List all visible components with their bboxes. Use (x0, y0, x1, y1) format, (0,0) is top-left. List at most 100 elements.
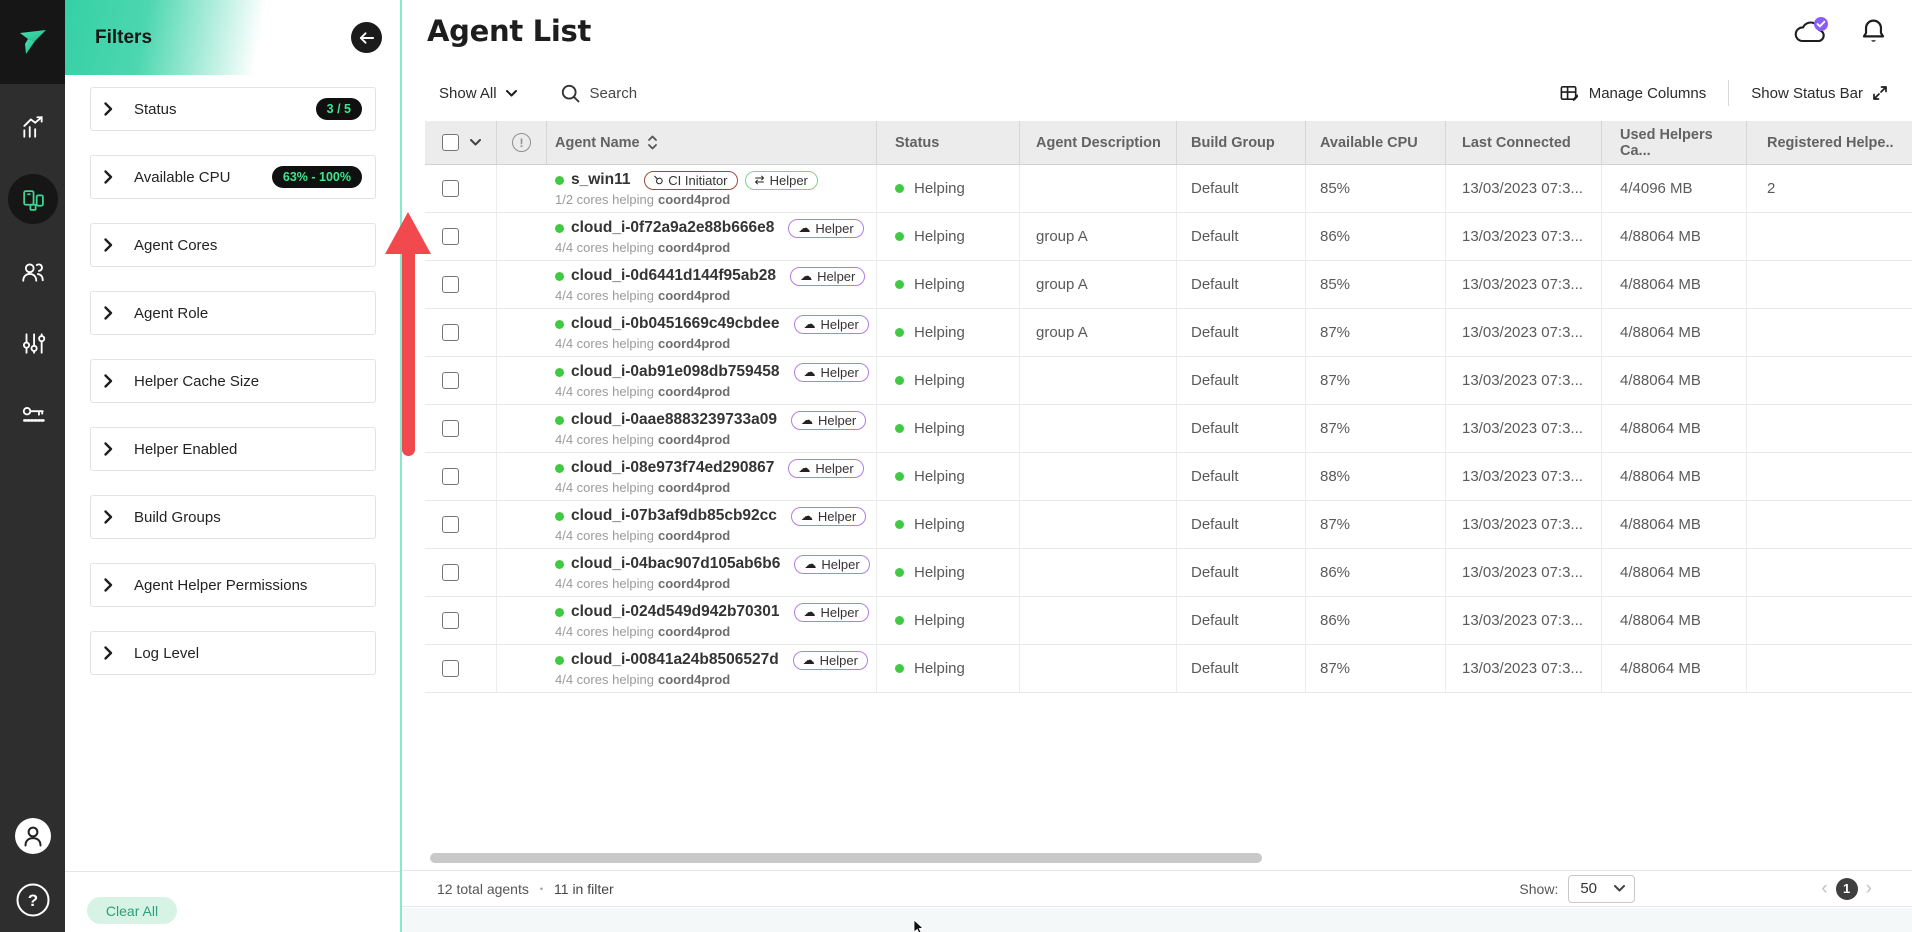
used-helpers-cell: 4/4096 MB (1602, 165, 1747, 212)
row-checkbox[interactable] (442, 180, 459, 197)
filter-item-label: Available CPU (134, 169, 230, 186)
agent-subtext: 4/4 cores helpingcoord4prod (555, 528, 730, 543)
row-select-cell (425, 405, 497, 452)
row-checkbox[interactable] (442, 276, 459, 293)
agent-name[interactable]: cloud_i-0ab91e098db759458 (571, 363, 780, 381)
chevron-right-icon (104, 238, 113, 252)
agent-name[interactable]: cloud_i-0d6441d144f95ab28 (571, 267, 776, 285)
select-menu-chevron-icon[interactable] (470, 139, 481, 146)
agent-name-line: cloud_i-04bac907d105ab6b6 ☁Helper (555, 555, 870, 574)
horizontal-scrollbar[interactable] (430, 853, 1262, 863)
status-column-header: Status (877, 121, 1020, 164)
row-checkbox[interactable] (442, 324, 459, 341)
app-logo[interactable] (0, 0, 65, 84)
current-page[interactable]: 1 (1836, 878, 1858, 900)
description-cell (1020, 357, 1177, 404)
show-status-bar-button[interactable]: Show Status Bar (1751, 85, 1888, 102)
search-input[interactable] (590, 85, 760, 102)
status-cell: Helping (877, 357, 1020, 404)
filter-item[interactable]: Log Level (90, 631, 376, 675)
agent-name[interactable]: cloud_i-0aae8883239733a09 (571, 411, 777, 429)
agent-name[interactable]: cloud_i-04bac907d105ab6b6 (571, 555, 780, 573)
table-row: cloud_i-0ab91e098db759458 ☁Helper 4/4 co… (425, 357, 1912, 405)
filter-item[interactable]: Agent Role (90, 291, 376, 335)
available-cpu-cell: 88% (1306, 453, 1446, 500)
agent-name[interactable]: cloud_i-024d549d942b70301 (571, 603, 780, 621)
ci-badge: ⚲CI Initiator (644, 171, 737, 190)
user-avatar[interactable] (15, 818, 51, 859)
cloud-badge: ☁Helper (794, 603, 869, 622)
sidebar-item-keys[interactable] (8, 390, 58, 440)
build-group-cell: Default (1177, 597, 1306, 644)
notifications-button[interactable] (1861, 17, 1886, 46)
agent-name[interactable]: cloud_i-0b0451669c49cbdee (571, 315, 780, 333)
status-label: Helping (914, 324, 965, 341)
description-column-header: Agent Description (1020, 121, 1177, 164)
select-all-checkbox[interactable] (442, 134, 459, 151)
agent-name[interactable]: cloud_i-0f72a9a2e88b666e8 (571, 219, 774, 237)
agent-online-dot (555, 560, 564, 569)
filter-item[interactable]: Build Groups (90, 495, 376, 539)
last-connected-cell: 13/03/2023 07:3... (1446, 453, 1602, 500)
last-connected-cell: 13/03/2023 07:3... (1446, 405, 1602, 452)
collapse-filters-button[interactable] (351, 22, 382, 53)
toolbar-right: Manage Columns Show Status Bar (1559, 80, 1888, 106)
row-checkbox[interactable] (442, 372, 459, 389)
last-connected-cell: 13/03/2023 07:3... (1446, 597, 1602, 644)
agent-subtext: 4/4 cores helpingcoord4prod (555, 288, 730, 303)
row-checkbox[interactable] (442, 612, 459, 629)
sidebar-item-analytics[interactable] (8, 102, 58, 152)
help-button[interactable]: ? (16, 883, 50, 922)
sidebar-item-agents[interactable] (8, 174, 58, 224)
coordinator-name: coord4prod (658, 240, 730, 255)
coordinator-name: coord4prod (658, 288, 730, 303)
page-size-select[interactable]: 50 (1568, 875, 1635, 903)
agent-counts: 12 total agents • 11 in filter (437, 881, 614, 897)
sidebar-item-settings[interactable] (8, 318, 58, 368)
bell-icon (1861, 17, 1886, 46)
filter-item-label: Log Level (134, 645, 199, 662)
filter-item[interactable]: Helper Cache Size (90, 359, 376, 403)
sidebar-item-users[interactable] (8, 246, 58, 296)
manage-columns-button[interactable]: Manage Columns (1559, 83, 1707, 104)
cloud-icon: ☁ (798, 462, 810, 474)
previous-page-button[interactable]: ‹ (1821, 879, 1827, 898)
show-all-dropdown[interactable]: Show All (439, 85, 517, 102)
row-checkbox[interactable] (442, 516, 459, 533)
registered-helpers-cell: 2 (1747, 165, 1912, 212)
row-select-cell (425, 501, 497, 548)
agent-name[interactable]: cloud_i-07b3af9db85cb92cc (571, 507, 777, 525)
row-checkbox[interactable] (442, 660, 459, 677)
agent-badges: ☁Helper (794, 555, 869, 574)
table-row: cloud_i-024d549d942b70301 ☁Helper 4/4 co… (425, 597, 1912, 645)
row-checkbox[interactable] (442, 468, 459, 485)
agent-name[interactable]: cloud_i-08e973f74ed290867 (571, 459, 774, 477)
pagination: ‹ 1 › (1821, 878, 1872, 900)
filter-item[interactable]: Available CPU 63% - 100% (90, 155, 376, 199)
chevron-right-icon (104, 170, 113, 184)
filters-title: Filters (95, 27, 152, 49)
status-cell: Helping (877, 261, 1020, 308)
cloud-icon: ☁ (804, 318, 816, 330)
row-checkbox[interactable] (442, 420, 459, 437)
agent-name[interactable]: cloud_i-00841a24b8506527d (571, 651, 779, 669)
build-group-cell: Default (1177, 261, 1306, 308)
agent-online-dot (555, 512, 564, 521)
chevron-right-icon (104, 646, 113, 660)
filter-item[interactable]: Agent Cores (90, 223, 376, 267)
sort-icon[interactable] (647, 134, 658, 151)
row-select-cell (425, 213, 497, 260)
agent-name[interactable]: s_win11 (571, 171, 630, 189)
filter-item[interactable]: Status 3 / 5 (90, 87, 376, 131)
next-page-button[interactable]: › (1866, 879, 1872, 898)
row-checkbox[interactable] (442, 564, 459, 581)
help-icon: ? (16, 883, 50, 917)
filter-item[interactable]: Agent Helper Permissions (90, 563, 376, 607)
cloud-sync-status-button[interactable] (1791, 16, 1831, 46)
row-checkbox[interactable] (442, 228, 459, 245)
table-row: cloud_i-0d6441d144f95ab28 ☁Helper 4/4 co… (425, 261, 1912, 309)
build-group-cell: Default (1177, 453, 1306, 500)
filter-item[interactable]: Helper Enabled (90, 427, 376, 471)
clear-all-button[interactable]: Clear All (87, 897, 177, 924)
topbar: Agent List (425, 0, 1912, 48)
